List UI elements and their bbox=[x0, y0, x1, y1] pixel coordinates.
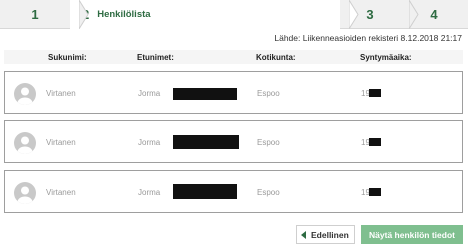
column-header-etunimet: Etunimet: bbox=[137, 53, 174, 62]
row-etunimet: Jorma bbox=[138, 138, 161, 147]
previous-button-label: Edellinen bbox=[311, 229, 349, 240]
row-kotikunta: Espoo bbox=[257, 89, 280, 98]
step-progress: 1 2 Henkilölista 3 4 bbox=[0, 0, 468, 29]
row-sukunimi: Virtanen bbox=[46, 188, 76, 197]
show-person-details-button[interactable]: Näytä henkilön tiedot bbox=[361, 225, 463, 244]
step-2[interactable]: 2 Henkilölista bbox=[70, 0, 359, 29]
show-person-details-label: Näytä henkilön tiedot bbox=[369, 229, 455, 240]
column-header-kotikunta: Kotikunta: bbox=[256, 53, 296, 62]
redacted-block bbox=[369, 188, 381, 196]
row-sukunimi: Virtanen bbox=[46, 138, 76, 147]
user-avatar-icon bbox=[14, 182, 36, 204]
table-row[interactable]: Virtanen Jorma Espoo 19 bbox=[4, 120, 463, 163]
row-kotikunta: Espoo bbox=[257, 138, 280, 147]
user-avatar-icon bbox=[14, 132, 36, 154]
source-info: Lähde: Liikenneasioiden rekisteri 8.12.2… bbox=[274, 33, 462, 43]
redacted-block bbox=[173, 135, 239, 149]
table-header: Sukunimi: Etunimet: Kotikunta: Syntymäai… bbox=[4, 50, 463, 64]
step-2-label: Henkilölista bbox=[97, 9, 151, 20]
row-etunimet: Jorma bbox=[138, 89, 161, 98]
redacted-block bbox=[173, 88, 237, 100]
user-avatar-icon bbox=[14, 83, 36, 105]
step-1[interactable]: 1 bbox=[0, 0, 89, 29]
row-sukunimi: Virtanen bbox=[46, 89, 76, 98]
row-kotikunta: Espoo bbox=[257, 188, 280, 197]
column-header-sukunimi: Sukunimi: bbox=[48, 53, 87, 62]
column-header-syntymaaika: Syntymäaika: bbox=[360, 53, 412, 62]
triangle-left-icon bbox=[301, 230, 306, 239]
step-1-number: 1 bbox=[31, 7, 39, 22]
step-4-number: 4 bbox=[430, 7, 438, 22]
redacted-block bbox=[173, 184, 237, 199]
redacted-block bbox=[369, 138, 381, 146]
table-row[interactable]: Virtanen Jorma Espoo 19 bbox=[4, 71, 463, 114]
redacted-block bbox=[369, 89, 381, 97]
table-row[interactable]: Virtanen Jorma Espoo 19 bbox=[4, 170, 463, 213]
step-3-number: 3 bbox=[366, 7, 374, 22]
row-etunimet: Jorma bbox=[138, 188, 161, 197]
previous-button[interactable]: Edellinen bbox=[296, 225, 355, 244]
